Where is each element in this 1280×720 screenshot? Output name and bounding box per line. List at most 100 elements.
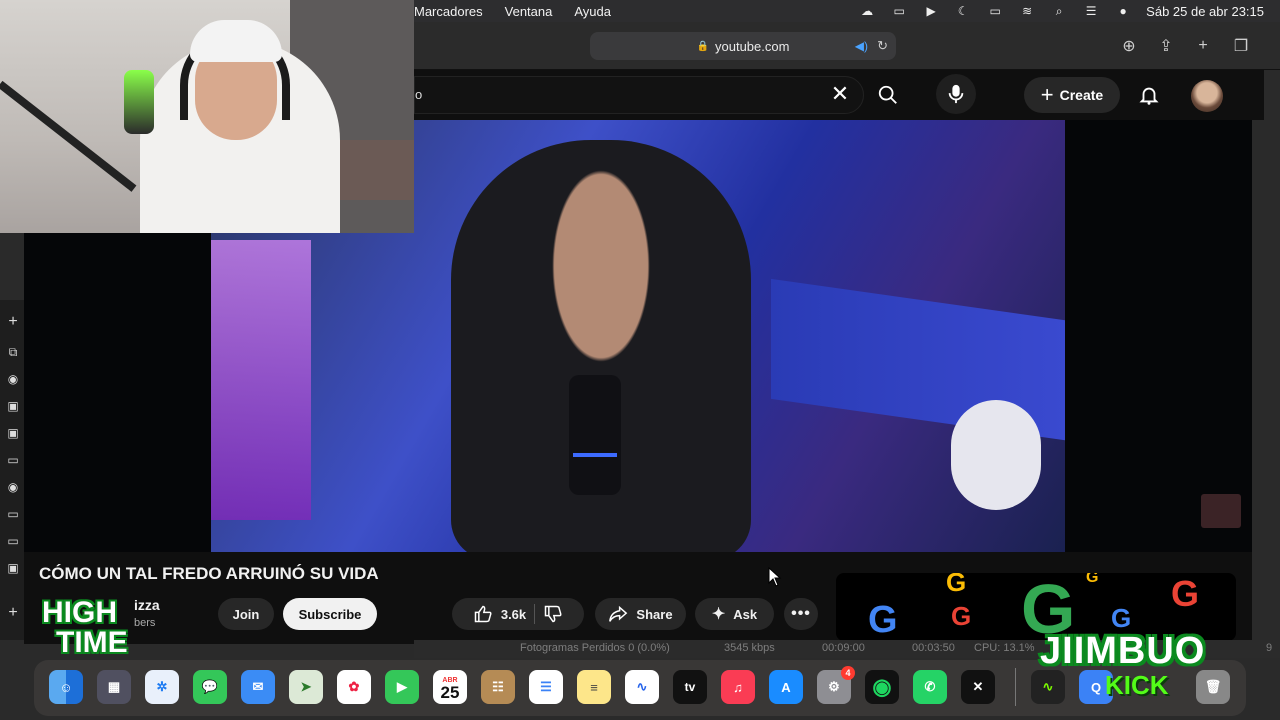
downloads-icon[interactable]: ⊕ bbox=[1119, 36, 1139, 56]
url-text: youtube.com bbox=[715, 38, 790, 54]
tab-overview-icon[interactable]: ❐ bbox=[1231, 36, 1251, 56]
cam-hat bbox=[190, 20, 282, 62]
image-icon[interactable]: ▣ bbox=[6, 399, 20, 413]
screen: Marcadores Ventana Ayuda ☁ ▭ ▶ ☾ ▭ ≋ ⌕ ☰… bbox=[0, 0, 1280, 720]
subscribe-button[interactable]: Subscribe bbox=[283, 598, 377, 630]
freeform-icon[interactable]: ∿ bbox=[625, 670, 659, 704]
play-icon[interactable]: ▶ bbox=[922, 4, 940, 18]
launchpad-icon[interactable]: ▦ bbox=[97, 670, 131, 704]
create-button[interactable]: + Create bbox=[1024, 77, 1120, 113]
like-count[interactable]: 3.6k bbox=[501, 607, 526, 622]
video-scene-microphone bbox=[569, 375, 621, 495]
contacts-icon[interactable]: ☷ bbox=[481, 670, 515, 704]
join-button[interactable]: Join bbox=[218, 598, 274, 630]
image-icon[interactable]: ▣ bbox=[6, 561, 20, 575]
join-label: Join bbox=[232, 606, 260, 622]
microphone-icon bbox=[948, 84, 964, 104]
control-center-icon[interactable]: ☰ bbox=[1082, 4, 1100, 18]
scenes-icon[interactable]: ⧉ bbox=[6, 345, 20, 359]
video-scene-pc-lights bbox=[211, 240, 311, 520]
add-source-icon[interactable]: + bbox=[6, 604, 20, 621]
calendar-icon[interactable]: ABR 25 bbox=[433, 670, 467, 704]
search-button[interactable] bbox=[866, 76, 910, 114]
new-tab-icon[interactable]: + bbox=[1193, 36, 1213, 56]
frames-dropped: Fotogramas Perdidos 0 (0.0%) bbox=[520, 642, 670, 654]
clock[interactable]: Sáb 25 de abr 23:15 bbox=[1146, 4, 1264, 19]
address-bar[interactable]: 🔒 youtube.com ◀) ↻ bbox=[590, 32, 896, 60]
subscriber-count: bers bbox=[134, 617, 156, 629]
finder-icon[interactable]: ☺ bbox=[49, 670, 83, 704]
share-label: Share bbox=[636, 606, 673, 622]
create-label: Create bbox=[1059, 87, 1104, 103]
thumbs-up-icon[interactable] bbox=[473, 604, 493, 624]
ask-button[interactable]: ✦ Ask bbox=[695, 598, 774, 630]
notes-icon[interactable]: ≡ bbox=[577, 670, 611, 704]
window-icon[interactable]: ▭ bbox=[6, 453, 20, 467]
capcut-icon[interactable]: ✕ bbox=[961, 670, 995, 704]
video-title: CÓMO UN TAL FREDO ARRUINÓ SU VIDA bbox=[39, 564, 379, 583]
siri-icon[interactable]: ● bbox=[1114, 4, 1132, 18]
trash-icon[interactable]: 🗑 bbox=[1196, 670, 1230, 704]
clear-search-icon[interactable]: ✕ bbox=[828, 81, 852, 106]
creative-cloud-icon[interactable]: ☁ bbox=[858, 4, 876, 18]
share-button[interactable]: Share bbox=[595, 598, 686, 630]
messages-icon[interactable]: 💬 bbox=[193, 670, 227, 704]
reload-icon[interactable]: ↻ bbox=[877, 38, 888, 54]
music-icon[interactable]: ♫ bbox=[721, 670, 755, 704]
channel-watermark[interactable] bbox=[1201, 494, 1241, 528]
more-actions-button[interactable]: ••• bbox=[784, 598, 818, 630]
subscribe-label: Subscribe bbox=[298, 606, 362, 622]
search-value: o bbox=[415, 87, 423, 102]
reminders-icon[interactable]: ☰ bbox=[529, 670, 563, 704]
display-icon[interactable]: ▭ bbox=[6, 534, 20, 548]
menu-ayuda[interactable]: Ayuda bbox=[574, 4, 611, 19]
cam-microphone bbox=[124, 70, 154, 134]
google-logo-icon: G bbox=[868, 599, 898, 641]
menu-items: Marcadores Ventana Ayuda bbox=[414, 4, 611, 19]
image-icon[interactable]: ▣ bbox=[6, 426, 20, 440]
google-logo-icon: G bbox=[946, 573, 967, 597]
battery-icon[interactable]: ▭ bbox=[986, 4, 1004, 18]
mail-icon[interactable]: ✉ bbox=[241, 670, 275, 704]
high-time-line1: HIGH bbox=[42, 596, 117, 629]
photos-icon[interactable]: ✿ bbox=[337, 670, 371, 704]
wifi-icon[interactable]: ≋ bbox=[1018, 4, 1036, 18]
thumbs-down-icon[interactable] bbox=[543, 604, 563, 624]
recording-time: 00:09:00 bbox=[822, 642, 865, 654]
app-store-icon[interactable]: A bbox=[769, 670, 803, 704]
cam-mic-arm bbox=[0, 80, 137, 192]
apple-tv-label: tv bbox=[684, 680, 696, 694]
status-area: ☁ ▭ ▶ ☾ ▭ ≋ ⌕ ☰ ● Sáb 25 de abr 23:15 bbox=[858, 4, 1264, 19]
search-icon bbox=[878, 85, 897, 104]
camera-icon[interactable]: ◉ bbox=[6, 480, 20, 494]
activity-monitor-icon[interactable]: ∿ bbox=[1031, 670, 1065, 704]
notifications-button[interactable] bbox=[1136, 82, 1162, 108]
camera-icon[interactable]: ◉ bbox=[6, 372, 20, 386]
apple-tv-icon[interactable]: tv bbox=[673, 670, 707, 704]
cpu-usage: CPU: 13.1% bbox=[974, 642, 1035, 654]
calendar-day: 25 bbox=[440, 683, 460, 702]
audio-playing-icon[interactable]: ◀) bbox=[855, 39, 868, 53]
voice-search-button[interactable] bbox=[936, 74, 976, 114]
spotify-icon[interactable]: ◉ bbox=[865, 670, 899, 704]
search-icon[interactable]: ⌕ bbox=[1050, 4, 1068, 18]
safari-icon[interactable]: ✲ bbox=[145, 670, 179, 704]
facetime-icon[interactable]: ▶ bbox=[385, 670, 419, 704]
menu-marcadores[interactable]: Marcadores bbox=[414, 4, 483, 19]
display-icon[interactable]: ▭ bbox=[6, 507, 20, 521]
menu-ventana[interactable]: Ventana bbox=[505, 4, 553, 19]
maps-icon[interactable]: ➤ bbox=[289, 670, 323, 704]
add-source-icon[interactable]: + bbox=[6, 313, 20, 330]
bitrate: 3545 kbps bbox=[724, 642, 775, 654]
account-avatar[interactable] bbox=[1191, 80, 1223, 112]
search-input[interactable]: o bbox=[414, 76, 864, 114]
google-logo-icon: G bbox=[1086, 573, 1099, 586]
system-settings-icon[interactable]: ⚙ 4 bbox=[817, 666, 855, 704]
share-icon[interactable]: ⇪ bbox=[1156, 36, 1176, 56]
channel-name[interactable]: izza bbox=[134, 597, 160, 613]
high-time-logo: HIGH TIME bbox=[42, 598, 128, 658]
moon-icon[interactable]: ☾ bbox=[954, 4, 972, 18]
window-icon[interactable]: ▭ bbox=[890, 4, 908, 18]
share-arrow-icon bbox=[609, 605, 628, 622]
whatsapp-icon[interactable]: ✆ bbox=[913, 670, 947, 704]
